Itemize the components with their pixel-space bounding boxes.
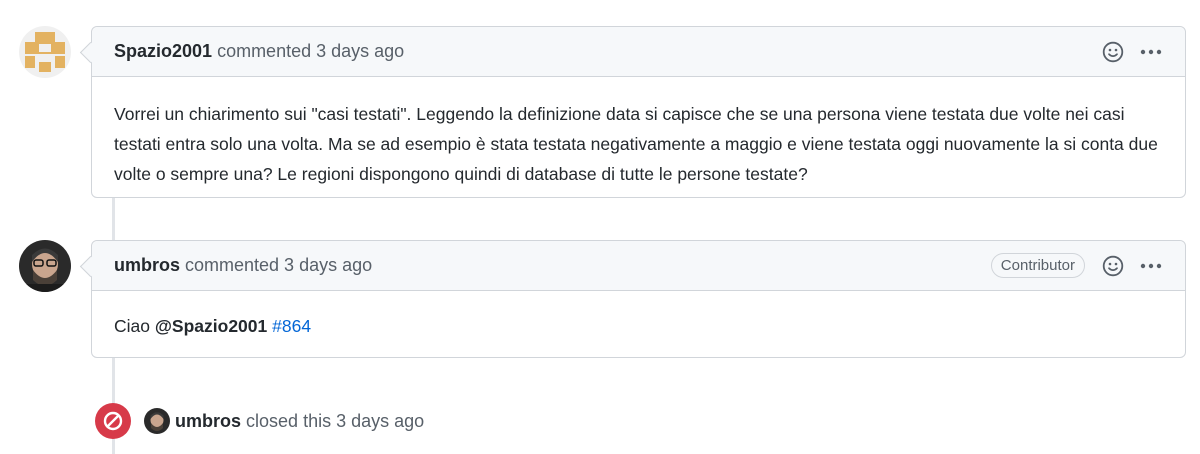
- avatar-umbros[interactable]: [19, 240, 71, 292]
- comment-umbros: umbros commented 3 days ago Contributor …: [91, 240, 1186, 358]
- identicon-image: [19, 26, 71, 78]
- event-author[interactable]: umbros: [175, 411, 241, 431]
- comment-body: Vorrei un chiarimento sui "casi testati"…: [114, 104, 1158, 184]
- avatar-photo: [144, 408, 170, 434]
- comment-body: Ciao @Spazio2001 #864: [92, 291, 1185, 359]
- kebab-horizontal-icon[interactable]: [1139, 40, 1163, 64]
- circle-slash-icon: [95, 403, 131, 439]
- comment-actions: [1101, 40, 1163, 64]
- comment-actions: Contributor: [990, 253, 1163, 278]
- user-mention-link[interactable]: @Spazio2001: [155, 316, 267, 336]
- smiley-icon[interactable]: [1101, 254, 1125, 278]
- event-description: closed this 3 days ago: [246, 410, 425, 431]
- event-text: umbros closed this 3 days ago: [175, 411, 424, 432]
- comment-author[interactable]: Spazio2001: [114, 41, 212, 62]
- contributor-badge: Contributor: [990, 253, 1085, 278]
- body-text: Ciao: [114, 316, 155, 336]
- closed-event: umbros closed this 3 days ago: [95, 403, 424, 439]
- comment-header: Spazio2001 commented 3 days ago: [92, 27, 1185, 77]
- kebab-horizontal-icon[interactable]: [1139, 254, 1163, 278]
- avatar-spazio2001[interactable]: [19, 26, 71, 78]
- comment-header: umbros commented 3 days ago Contributor: [92, 241, 1185, 291]
- comment-meta[interactable]: commented 3 days ago: [217, 41, 404, 62]
- smiley-icon[interactable]: [1101, 40, 1125, 64]
- issue-reference-link[interactable]: #864: [272, 316, 311, 336]
- avatar-photo: [19, 240, 71, 292]
- comment-author[interactable]: umbros: [114, 255, 180, 276]
- comment-meta[interactable]: commented 3 days ago: [185, 255, 372, 276]
- comment-spazio2001: Spazio2001 commented 3 days ago Vorrei u…: [91, 26, 1186, 198]
- avatar-umbros-small[interactable]: [144, 408, 170, 434]
